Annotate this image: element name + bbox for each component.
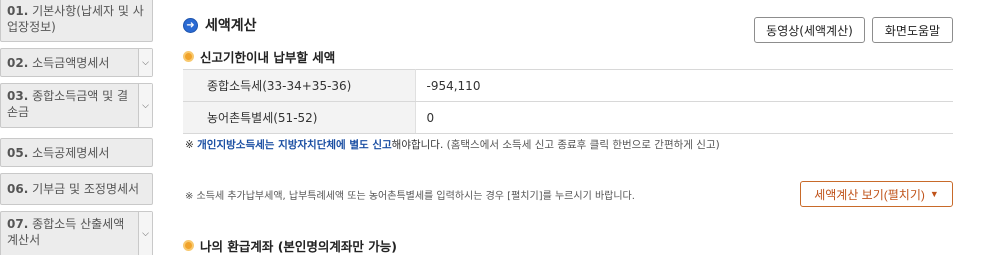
arrow-right-circle-icon: ➜: [183, 17, 198, 33]
sidebar-item-number: 05.: [7, 146, 29, 160]
page-title-row: ➜ 세액계산: [183, 15, 257, 35]
bullet-dot-icon: [183, 240, 194, 251]
section-title-text: 신고기한이내 납부할 세액: [200, 50, 336, 65]
sidebar-item-tax-calc[interactable]: 07. 종합소득 산출세액계산서 ⌵: [0, 211, 153, 255]
caret-down-icon: ▼: [929, 189, 939, 199]
sidebar-item-number: 03.: [7, 89, 29, 103]
local-tax-notice: ※ 개인지방소득세는 지방자치단체에 별도 신고해야합니다. (홈택스에서 소득…: [185, 137, 720, 152]
help-button[interactable]: 화면도움말: [872, 17, 953, 43]
table-row: 종합소득세(33-34+35-36) -954,110: [183, 69, 953, 102]
bullet-dot-icon: [183, 51, 194, 62]
page-title: 세액계산: [205, 18, 257, 34]
row-label: 종합소득세(33-34+35-36): [183, 69, 416, 102]
video-button[interactable]: 동영상(세액계산): [754, 17, 865, 43]
sidebar-item-number: 06.: [7, 182, 29, 196]
row-value: -954,110: [415, 69, 953, 102]
section-title-refund-account: 나의 환급계좌 (본인명의계좌만 가능): [183, 236, 397, 255]
sidebar: 01. 기본사항(납세자 및 사업장정보) 02. 소득금액명세서 ⌵ 03. …: [0, 0, 155, 255]
note-emphasis: 개인지방소득세는 지방자치단체에 별도 신고: [197, 139, 392, 151]
expand-button-label: 세액계산 보기(펼치기): [814, 187, 925, 202]
sidebar-item-number: 01.: [7, 4, 29, 18]
table-row: 농어촌특별세(51-52) 0: [183, 101, 953, 134]
main-content: ➜ 세액계산 동영상(세액계산) 화면도움말 신고기한이내 납부할 세액 종합소…: [183, 0, 958, 255]
section-title-payable: 신고기한이내 납부할 세액: [183, 47, 335, 66]
note-prefix: ※: [185, 139, 198, 151]
sidebar-item-number: 07.: [7, 217, 29, 231]
sidebar-item-number: 02.: [7, 56, 29, 70]
sidebar-item-deduction[interactable]: 05. 소득공제명세서: [0, 138, 153, 167]
sidebar-item-label: 기본사항(납세자 및 사업장정보): [7, 4, 144, 34]
note-detail: (홈택스에서 소득세 신고 종료후 클릭 한번으로 간편하게 신고): [446, 139, 720, 151]
sidebar-item-total-income[interactable]: 03. 종합소득금액 및 결손금 ⌵: [0, 83, 153, 128]
sidebar-item-basic-info[interactable]: 01. 기본사항(납세자 및 사업장정보): [0, 0, 153, 42]
sidebar-item-income-statement[interactable]: 02. 소득금액명세서 ⌵: [0, 48, 153, 77]
tax-table: 종합소득세(33-34+35-36) -954,110 농어촌특별세(51-52…: [183, 69, 953, 134]
row-label: 농어촌특별세(51-52): [183, 101, 416, 134]
expand-notice: ※ 소득세 추가납부세액, 납부특례세액 또는 농어촌특별세를 입력하시는 경우…: [185, 191, 635, 202]
sidebar-item-label: 소득공제명세서: [32, 146, 110, 160]
sidebar-item-label: 소득금액명세서: [32, 56, 110, 70]
sidebar-item-label: 기부금 및 조정명세서: [32, 182, 140, 196]
section-title-text: 나의 환급계좌 (본인명의계좌만 가능): [200, 239, 397, 254]
row-value: 0: [415, 101, 953, 134]
chevron-down-icon[interactable]: ⌵: [138, 84, 152, 127]
note-text: 해야합니다.: [391, 139, 447, 151]
expand-tax-calc-button[interactable]: 세액계산 보기(펼치기) ▼: [800, 181, 953, 207]
sidebar-item-donation[interactable]: 06. 기부금 및 조정명세서: [0, 173, 153, 205]
chevron-down-icon[interactable]: ⌵: [138, 49, 152, 76]
chevron-down-icon[interactable]: ⌵: [138, 212, 152, 255]
